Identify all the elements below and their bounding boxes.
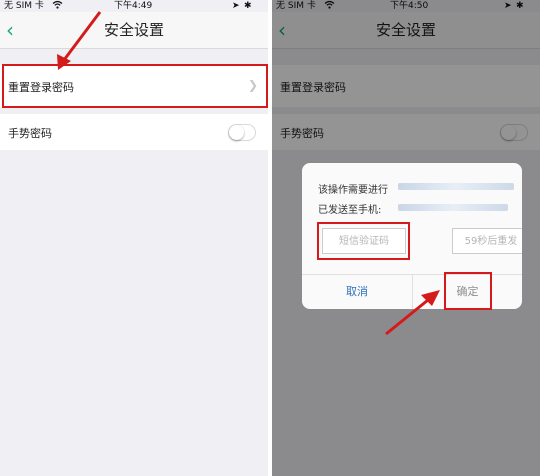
annotation-arrows xyxy=(57,11,440,336)
arrow-head-icon xyxy=(57,54,71,70)
